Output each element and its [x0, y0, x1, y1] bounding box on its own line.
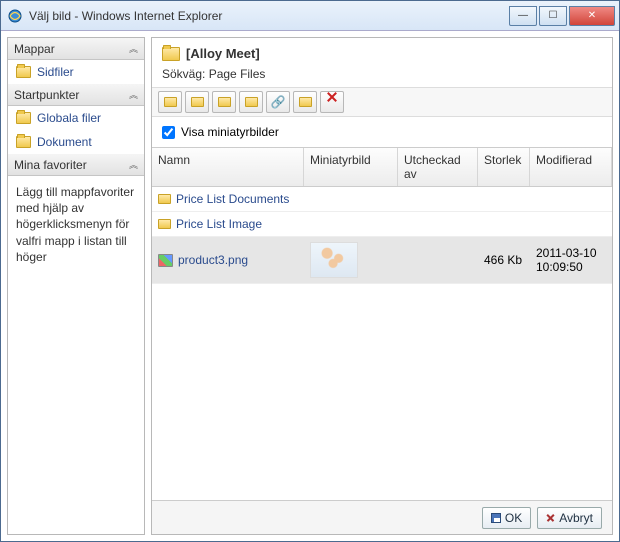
toolbar: 🔗 — [152, 87, 612, 117]
path-value: Page Files — [209, 67, 266, 81]
maximize-button[interactable]: ☐ — [539, 6, 567, 26]
sidebar-item-globalfiles[interactable]: Globala filer — [8, 106, 144, 130]
folder-add-icon — [245, 97, 258, 107]
folder-icon — [299, 97, 312, 107]
row-modified: 2011-03-10 10:09:50 — [530, 241, 612, 279]
col-modified[interactable]: Modifierad — [530, 148, 612, 186]
dialog-footer: OK Avbryt — [152, 500, 612, 534]
folder-icon — [218, 97, 231, 107]
sidebar-section-label: Mappar — [14, 42, 55, 56]
toolbar-btn-new[interactable] — [239, 91, 263, 113]
sidebar-item-label: Dokument — [37, 135, 92, 149]
window-controls: — ☐ ✕ — [507, 6, 615, 26]
grid-header: Namn Miniatyrbild Utcheckad av Storlek M… — [152, 147, 612, 187]
toolbar-btn-3[interactable] — [212, 91, 236, 113]
path-label: Sökväg: — [162, 67, 205, 81]
folder-icon — [158, 194, 171, 204]
toolbar-btn-6[interactable] — [293, 91, 317, 113]
folder-icon — [16, 136, 31, 148]
toolbar-btn-5[interactable]: 🔗 — [266, 91, 290, 113]
cancel-button[interactable]: Avbryt — [537, 507, 602, 529]
toolbar-btn-delete[interactable] — [320, 91, 344, 113]
folder-icon — [191, 97, 204, 107]
row-name: Price List Image — [176, 217, 262, 231]
favorites-help-text: Lägg till mappfavoriter med hjälp av hög… — [8, 176, 144, 273]
table-row[interactable]: Price List Documents — [152, 187, 612, 212]
table-row[interactable]: product3.png 466 Kb 2011-03-10 10:09:50 — [152, 237, 612, 284]
main-header: [Alloy Meet] — [152, 38, 612, 65]
show-thumbnails-checkbox[interactable] — [162, 126, 175, 139]
delete-icon — [326, 96, 338, 108]
sidebar-section-favorites[interactable]: Mina favoriter ︽ — [8, 154, 144, 176]
minimize-button[interactable]: — — [509, 6, 537, 26]
col-thumbnail[interactable]: Miniatyrbild — [304, 148, 398, 186]
sidebar-section-startpoints[interactable]: Startpunkter ︽ — [8, 84, 144, 106]
col-name[interactable]: Namn — [152, 148, 304, 186]
sidebar-item-documents[interactable]: Dokument — [8, 130, 144, 154]
cancel-icon — [546, 513, 555, 522]
folder-icon — [158, 219, 171, 229]
cancel-label: Avbryt — [559, 511, 593, 525]
dialog-window: Välj bild - Windows Internet Explorer — … — [0, 0, 620, 542]
sidebar-section-label: Mina favoriter — [14, 158, 87, 172]
file-grid: Namn Miniatyrbild Utcheckad av Storlek M… — [152, 147, 612, 500]
sidebar-item-label: Globala filer — [37, 111, 101, 125]
sidebar-section-folders[interactable]: Mappar ︽ — [8, 38, 144, 60]
show-thumbnails-label: Visa miniatyrbilder — [181, 125, 279, 139]
path-row: Sökväg: Page Files — [152, 65, 612, 87]
main-panel: [Alloy Meet] Sökväg: Page Files 🔗 Visa m… — [151, 37, 613, 535]
sidebar: Mappar ︽ Sidfiler Startpunkter ︽ Globala… — [7, 37, 145, 535]
page-title: [Alloy Meet] — [186, 46, 260, 61]
save-icon — [491, 513, 501, 523]
chevron-up-icon: ︽ — [129, 42, 138, 55]
sidebar-item-pagefiles[interactable]: Sidfiler — [8, 60, 144, 84]
row-name: product3.png — [178, 253, 248, 267]
thumbnail-image — [310, 242, 358, 278]
image-file-icon — [158, 254, 173, 267]
table-row[interactable]: Price List Image — [152, 212, 612, 237]
row-size: 466 Kb — [478, 248, 530, 272]
folder-icon — [16, 112, 31, 124]
link-icon: 🔗 — [271, 95, 286, 109]
chevron-up-icon: ︽ — [129, 158, 138, 171]
folder-icon — [162, 47, 180, 61]
sidebar-item-label: Sidfiler — [37, 65, 74, 79]
window-title: Välj bild - Windows Internet Explorer — [29, 9, 507, 23]
content-area: Mappar ︽ Sidfiler Startpunkter ︽ Globala… — [1, 31, 619, 541]
row-name: Price List Documents — [176, 192, 289, 206]
folder-icon — [164, 97, 177, 107]
toolbar-btn-2[interactable] — [185, 91, 209, 113]
ok-label: OK — [505, 511, 522, 525]
titlebar: Välj bild - Windows Internet Explorer — … — [1, 1, 619, 31]
close-button[interactable]: ✕ — [569, 6, 615, 26]
ok-button[interactable]: OK — [482, 507, 531, 529]
sidebar-section-label: Startpunkter — [14, 88, 79, 102]
folder-icon — [16, 66, 31, 78]
col-checkedout[interactable]: Utcheckad av — [398, 148, 478, 186]
col-size[interactable]: Storlek — [478, 148, 530, 186]
toolbar-btn-1[interactable] — [158, 91, 182, 113]
thumbnail-toggle-row: Visa miniatyrbilder — [152, 117, 612, 147]
ie-icon — [7, 8, 23, 24]
chevron-up-icon: ︽ — [129, 88, 138, 101]
